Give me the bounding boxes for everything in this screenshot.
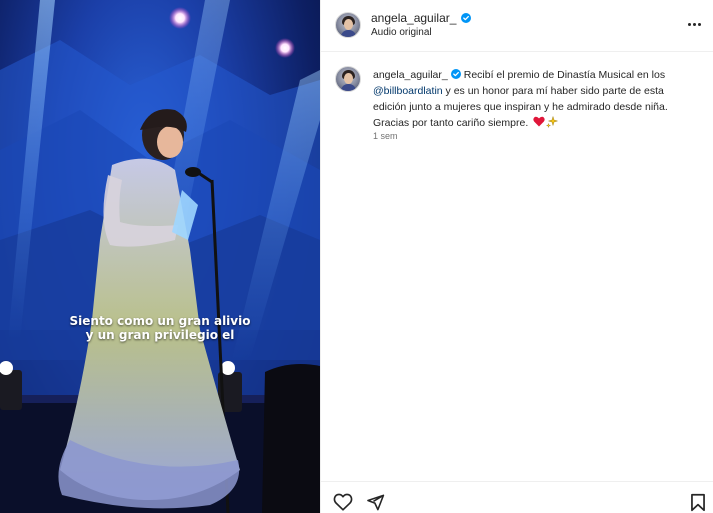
post-username[interactable]: angela_aguilar_	[371, 11, 456, 25]
stage-scene-illustration	[0, 0, 320, 513]
comment-avatar[interactable]	[335, 66, 361, 92]
bookmark-icon[interactable]	[687, 491, 709, 513]
sparkles-emoji-icon	[546, 116, 559, 128]
heart-icon[interactable]	[332, 491, 354, 513]
video-media[interactable]: Siento como un gran alivio y un gran pri…	[0, 0, 320, 513]
mention-link[interactable]: @billboardlatin	[373, 85, 443, 97]
verified-badge-icon	[461, 13, 472, 23]
post-username-row: angela_aguilar_	[371, 11, 472, 25]
verified-badge-icon	[450, 69, 461, 79]
red-heart-emoji-icon	[533, 116, 545, 127]
caption-text-part-1: Recibí el premio de Dinastía Musical en …	[463, 69, 666, 81]
caption-line-2: y un gran privilegio el	[85, 328, 235, 342]
post-header: angela_aguilar_ Audio original	[321, 0, 713, 52]
audio-link[interactable]: Audio original	[371, 27, 432, 39]
profile-avatar[interactable]	[335, 12, 361, 38]
send-icon[interactable]	[364, 491, 386, 513]
action-bar	[321, 481, 713, 513]
caption-text: angela_aguilar_ Recibí el premio de Dinas…	[373, 67, 693, 131]
comment-timestamp[interactable]: 1 sem	[373, 131, 398, 141]
video-caption: Siento como un gran alivio y un gran pri…	[0, 314, 320, 342]
caption-line-1: Siento como un gran alivio	[69, 314, 251, 328]
more-options-icon[interactable]	[682, 14, 706, 34]
comment-username[interactable]: angela_aguilar_	[373, 69, 448, 81]
post-details-panel: angela_aguilar_ Audio original angela_ag…	[320, 0, 713, 513]
